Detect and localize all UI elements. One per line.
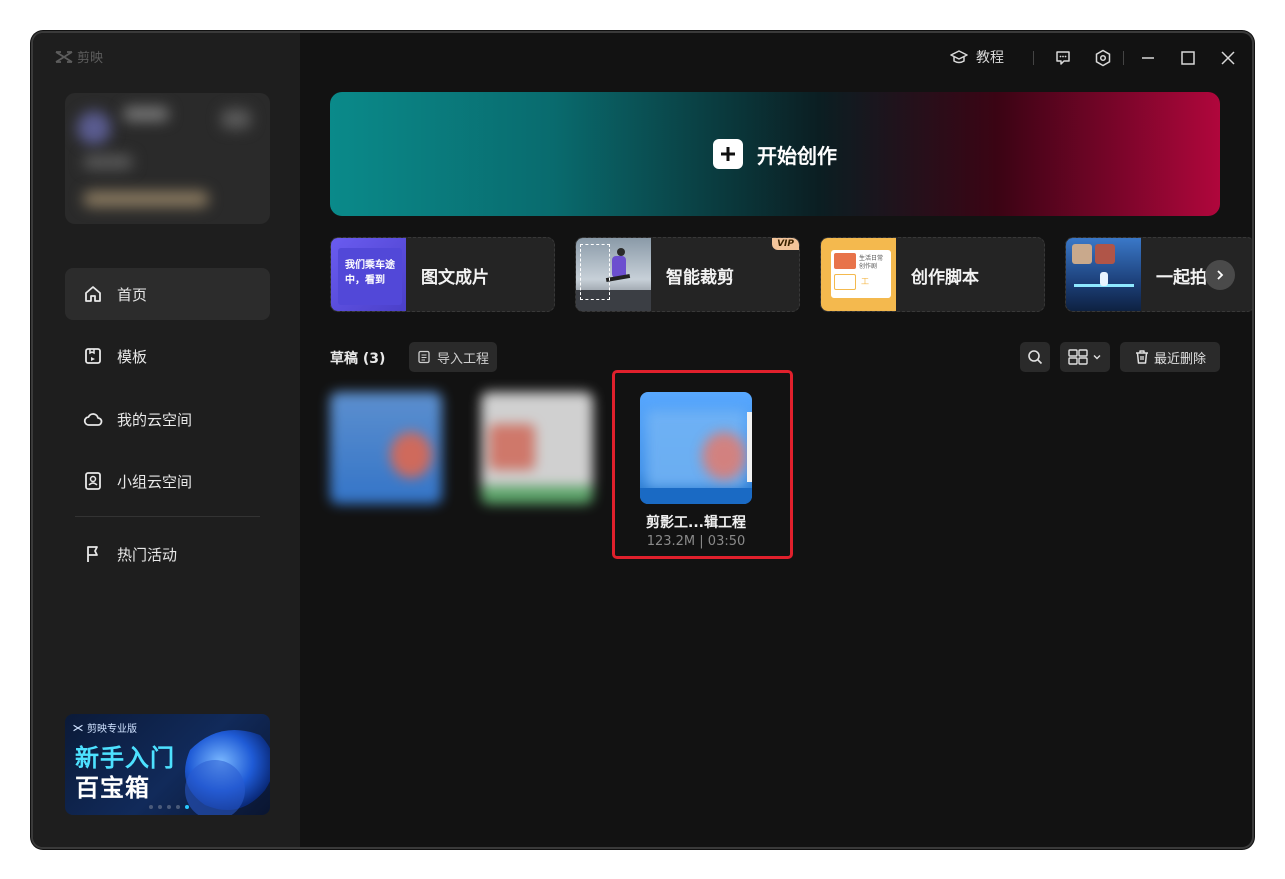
flag-icon [87, 546, 98, 562]
drafts-title: 草稿 (3) [330, 351, 386, 367]
app-logo: 剪映 [55, 47, 103, 66]
carousel-dot[interactable] [158, 805, 162, 809]
capcut-logo-icon [55, 50, 73, 63]
settings-button[interactable] [1090, 45, 1116, 71]
titlebar-separator [1033, 51, 1034, 65]
sidebar-item-label: 我的云空间 [117, 410, 193, 429]
tool-thumbnail: 生活日常 创作剧 工 [821, 238, 896, 311]
carousel-next-button[interactable] [1205, 260, 1235, 290]
draft-item[interactable] [481, 392, 593, 548]
search-button[interactable] [1020, 342, 1050, 372]
app-window: 剪映 首页 模板 我的云空间 小组云空间 热门活动 剪映专业版 新手入门 百宝箱… [33, 33, 1252, 847]
tool-thumbnail: 我们乘车途中，看到 [331, 238, 406, 311]
recently-deleted-label: 最近删除 [1153, 351, 1206, 367]
document-icon [418, 350, 430, 364]
sidebar: 剪映 首页 模板 我的云空间 小组云空间 热门活动 剪映专业版 新手入门 百宝箱 [33, 33, 300, 847]
start-creation-label: 开始创作 [757, 143, 837, 168]
cloud-icon [83, 413, 103, 426]
tool-card-creation-script[interactable]: 生活日常 创作剧 工 创作脚本 [820, 237, 1045, 312]
grid-view-icon [1068, 349, 1088, 365]
template-icon [85, 348, 101, 364]
sidebar-divider [75, 516, 260, 517]
trash-icon [1135, 350, 1148, 364]
chevron-right-icon [1217, 270, 1224, 280]
tool-label: 图文成片 [421, 268, 489, 288]
app-name: 剪映 [77, 51, 104, 66]
titlebar-separator [1123, 51, 1124, 65]
promo-banner[interactable]: 剪映专业版 新手入门 百宝箱 [65, 714, 270, 815]
feedback-icon [1056, 51, 1070, 65]
carousel-dots [149, 805, 189, 809]
draft-thumbnail [330, 392, 442, 504]
carousel-dot-active[interactable] [185, 805, 189, 809]
draft-name [481, 512, 593, 530]
draft-item[interactable] [330, 392, 442, 548]
selection-highlight [612, 370, 793, 559]
sidebar-item-my-cloud[interactable]: 我的云空间 [65, 393, 270, 445]
tool-card-text-to-video[interactable]: 我们乘车途中，看到 图文成片 [330, 237, 555, 312]
tool-label: 创作脚本 [911, 268, 979, 288]
hexagon-settings-icon [1095, 49, 1111, 67]
import-project-button[interactable]: 导入工程 [409, 342, 498, 372]
titlebar: 教程 [300, 33, 1252, 83]
plus-icon [713, 139, 743, 169]
sidebar-item-label: 小组云空间 [117, 472, 193, 491]
tutorial-button[interactable]: 教程 [950, 47, 1004, 67]
carousel-dot[interactable] [149, 805, 153, 809]
sidebar-item-group-cloud[interactable]: 小组云空间 [65, 455, 270, 507]
draft-meta [481, 532, 593, 548]
tool-thumbnail [1066, 238, 1141, 311]
tool-label: 智能裁剪 [666, 268, 734, 288]
view-mode-button[interactable] [1060, 342, 1110, 372]
close-button[interactable] [1215, 45, 1241, 71]
tool-card-smart-crop[interactable]: 智能裁剪 VIP [575, 237, 800, 312]
draft-thumbnail [481, 392, 593, 504]
tool-label: 一起拍 [1156, 268, 1207, 288]
profile-card[interactable] [65, 93, 270, 224]
group-cloud-icon [85, 472, 101, 490]
sidebar-item-home[interactable]: 首页 [65, 268, 270, 320]
promo-brand: 剪映专业版 [73, 720, 137, 735]
sidebar-item-label: 模板 [117, 347, 148, 366]
graduation-cap-icon [950, 50, 968, 64]
start-creation-button[interactable]: 开始创作 [330, 92, 1220, 216]
home-icon [85, 286, 101, 302]
sidebar-item-template[interactable]: 模板 [65, 330, 270, 382]
tutorial-label: 教程 [976, 50, 1004, 66]
sidebar-item-label: 首页 [117, 285, 148, 304]
search-icon [1028, 350, 1043, 365]
sidebar-item-label: 热门活动 [117, 545, 178, 564]
import-label: 导入工程 [437, 351, 490, 367]
draft-name [330, 512, 442, 530]
carousel-dot[interactable] [176, 805, 180, 809]
promo-title-line2: 百宝箱 [75, 774, 150, 802]
close-icon [1221, 51, 1235, 65]
tool-thumbnail [576, 238, 651, 311]
draft-meta [330, 532, 442, 548]
recently-deleted-button[interactable]: 最近删除 [1120, 342, 1220, 372]
feedback-button[interactable] [1050, 45, 1076, 71]
capcut-logo-icon [73, 724, 83, 731]
minimize-icon [1142, 57, 1154, 59]
chevron-down-icon [1093, 355, 1101, 360]
vip-badge: VIP [772, 238, 799, 250]
blue-swirl-graphic [185, 730, 270, 815]
maximize-icon [1181, 51, 1195, 65]
carousel-dot[interactable] [167, 805, 171, 809]
sidebar-item-hot-events[interactable]: 热门活动 [65, 528, 270, 580]
minimize-button[interactable] [1135, 45, 1161, 71]
maximize-button[interactable] [1175, 45, 1201, 71]
